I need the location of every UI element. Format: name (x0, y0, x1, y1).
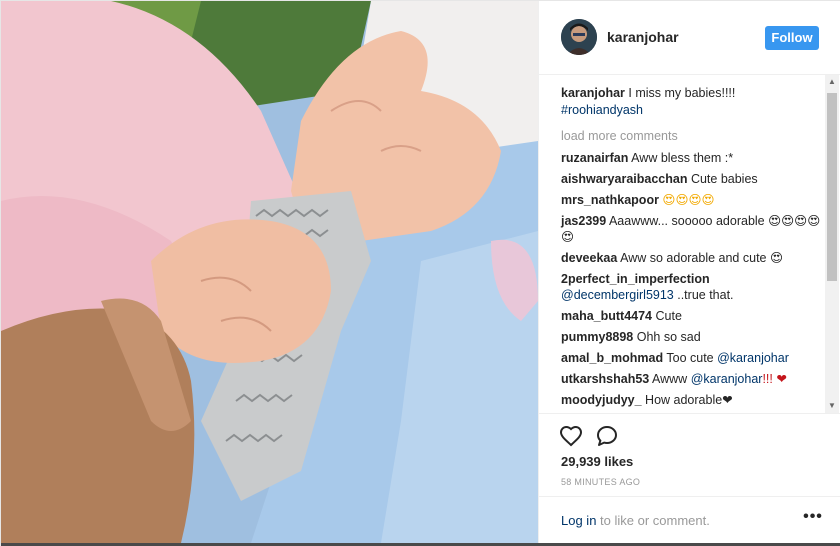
comment-username[interactable]: moodyjudyy_ (561, 393, 642, 407)
comment-username[interactable]: utkarshshah53 (561, 372, 649, 386)
scrollbar-thumb[interactable] (827, 93, 837, 281)
post-header: karanjohar Follow (539, 1, 840, 75)
login-prompt-text: to like or comment. (596, 513, 710, 528)
comment-username[interactable]: pummy8898 (561, 330, 633, 344)
post-actions: 29,939 likes 58 MINUTES AGO (539, 413, 840, 503)
caption-text: I miss my babies!!!! (624, 86, 736, 100)
comment-text: Awww (649, 372, 691, 386)
comment-text: How adorable❤ (641, 393, 733, 407)
comment-text: 😍😍😍😍 (658, 193, 715, 207)
comment-item: aishwaryaraibacchan Cute babies (561, 171, 823, 187)
comment-item: utkarshshah53 Awww @karanjohar!!! ❤ (561, 371, 823, 387)
comment-username[interactable]: maha_butt4474 (561, 309, 652, 323)
post-photo[interactable] (1, 1, 538, 543)
post-username[interactable]: karanjohar (607, 29, 679, 45)
comments-section[interactable]: karanjohar I miss my babies!!!! #roohian… (539, 75, 840, 413)
comment-suffix: ..true that. (673, 288, 734, 302)
comment-username[interactable]: amal_b_mohmad (561, 351, 663, 365)
caption-username[interactable]: karanjohar (561, 86, 625, 100)
caption-hashtag[interactable]: #roohiandyash (561, 103, 643, 117)
comment-text: Too cute (663, 351, 718, 365)
avatar[interactable] (561, 19, 597, 55)
comment-username[interactable]: mrs_nathkapoor (561, 193, 659, 207)
comment-item: moodyjudyy_ How adorable❤ (561, 392, 823, 408)
load-more-comments-link[interactable]: load more comments (561, 128, 823, 145)
comment-item: amal_b_mohmad Too cute @karanjohar (561, 350, 823, 366)
ellipsis-icon[interactable]: ••• (801, 509, 825, 525)
post-timestamp: 58 MINUTES AGO (561, 477, 641, 487)
heart-outline-icon[interactable] (559, 424, 583, 448)
comments-scrollbar[interactable]: ▲ ▼ (825, 75, 839, 413)
comment-item: jas2399 Aaawww... sooooo adorable 😍😍😍😍😍 (561, 213, 823, 245)
comment-item: deveekaa Aww so adorable and cute 😍 (561, 250, 823, 266)
comment-item: 2perfect_in_imperfection @decembergirl59… (561, 271, 823, 303)
post-footer: Log in to like or comment. ••• (539, 496, 840, 543)
avatar-image (561, 19, 597, 55)
comment-username[interactable]: ruzanairfan (561, 151, 628, 165)
comment-username[interactable]: deveekaa (561, 251, 617, 265)
likes-count[interactable]: 29,939 likes (561, 454, 633, 469)
post-caption: karanjohar I miss my babies!!!! #roohian… (561, 85, 823, 119)
comment-text: Cute babies (687, 172, 758, 186)
login-prompt: Log in to like or comment. (561, 513, 710, 528)
comment-item: mrs_nathkapoor 😍😍😍😍 (561, 192, 823, 208)
comment-mention[interactable]: @karanjohar (691, 372, 763, 386)
comment-text: Ohh so sad (633, 330, 701, 344)
follow-button[interactable]: Follow (765, 26, 819, 50)
scroll-down-arrow-icon[interactable]: ▼ (825, 399, 839, 413)
comment-suffix: !!! ❤ (762, 372, 787, 386)
instagram-post-window: karanjohar Follow karanjohar I miss my b… (0, 0, 840, 546)
login-link[interactable]: Log in (561, 513, 596, 528)
comment-text: Cute (652, 309, 682, 323)
scroll-up-arrow-icon[interactable]: ▲ (825, 75, 839, 89)
comments-list: karanjohar I miss my babies!!!! #roohian… (561, 85, 823, 413)
comment-item: maha_butt4474 Cute (561, 308, 823, 324)
comment-username[interactable]: 2perfect_in_imperfection (561, 272, 710, 286)
post-side-panel: karanjohar Follow karanjohar I miss my b… (538, 1, 840, 543)
comment-mention[interactable]: @karanjohar (717, 351, 789, 365)
comment-item: pummy8898 Ohh so sad (561, 329, 823, 345)
comment-text: Aww bless them :* (628, 151, 734, 165)
comment-username[interactable]: aishwaryaraibacchan (561, 172, 687, 186)
speech-bubble-icon[interactable] (595, 424, 619, 448)
comment-item: ruzanairfan Aww bless them :* (561, 150, 823, 166)
comment-text: Aww so adorable and cute 😍 (617, 251, 783, 265)
comment-username[interactable]: jas2399 (561, 214, 606, 228)
baby-hands-photo (1, 1, 538, 543)
comment-mention[interactable]: @decembergirl5913 (561, 288, 674, 302)
